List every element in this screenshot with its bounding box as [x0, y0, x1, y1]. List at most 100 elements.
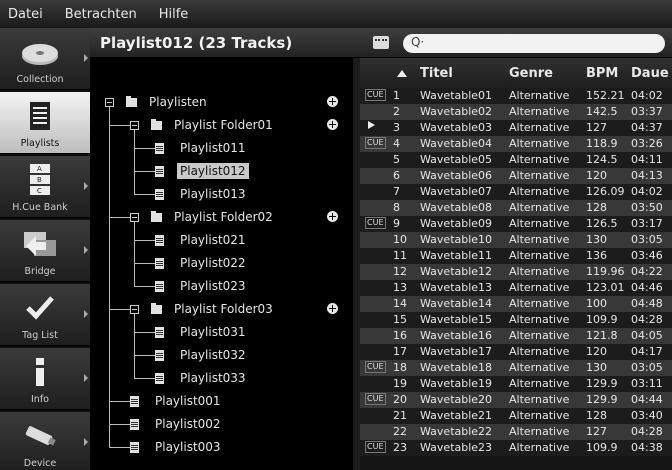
device-icon [20, 420, 60, 452]
table-row[interactable]: 5 Wavetable05 Alternative 124.5 04:11 [360, 152, 672, 168]
table-row[interactable]: CUE 9 Wavetable09 Alternative 126.5 03:17 [360, 216, 672, 232]
table-row[interactable]: 17 Wavetable17 Alternative 120 04:17 [360, 344, 672, 360]
sort-ascending-icon[interactable] [397, 70, 407, 77]
track-number: 22 [393, 425, 407, 438]
table-row[interactable]: 22 Wavetable22 Alternative 127 04:28 [360, 424, 672, 440]
table-row[interactable]: 13 Wavetable13 Alternative 123.01 04:46 [360, 280, 672, 296]
track-genre: Alternative [509, 137, 570, 150]
playlists-icon [20, 100, 60, 132]
cue-badge: CUE [365, 217, 386, 229]
table-row[interactable]: 2 Wavetable02 Alternative 142.5 03:37 [360, 104, 672, 120]
sidebar-item-h-cue-bank[interactable]: A B C H.Cue Bank [0, 156, 90, 218]
add-playlist-icon[interactable] [327, 96, 338, 107]
track-bpm: 120 [586, 345, 607, 358]
cue-badge: CUE [365, 137, 386, 149]
track-duration: 03:26 [631, 137, 663, 150]
menu-datei[interactable]: Datei [0, 7, 43, 22]
search-input[interactable]: Q· [403, 34, 665, 53]
expand-arrow-icon[interactable] [84, 310, 88, 318]
table-row[interactable]: CUE 1 Wavetable01 Alternative 152.21 04:02 [360, 88, 672, 104]
tree-playlist-item[interactable]: Playlist002 [130, 414, 221, 434]
expand-arrow-icon[interactable] [84, 246, 88, 254]
folder-icon [126, 95, 137, 107]
tree-playlist-item[interactable]: Playlist012 [155, 161, 249, 181]
table-header: Titel Genre BPM Daue [360, 58, 672, 88]
folder-icon [151, 302, 162, 314]
collapse-icon[interactable] [130, 304, 139, 314]
table-row[interactable]: CUE 23 Wavetable23 Alternative 109.9 04:38 [360, 440, 672, 456]
menu-hilfe[interactable]: Hilfe [151, 7, 189, 22]
collapse-icon[interactable] [130, 120, 139, 130]
tree-playlist-item[interactable]: Playlist001 [130, 391, 221, 411]
tree-playlist-item[interactable]: Playlist032 [155, 345, 246, 365]
table-row[interactable]: 8 Wavetable08 Alternative 128 03:50 [360, 200, 672, 216]
sidebar-item-bridge[interactable]: Bridge [0, 220, 90, 282]
table-row[interactable]: CUE 20 Wavetable20 Alternative 129.9 04:44 [360, 392, 672, 408]
table-row[interactable]: 3 Wavetable03 Alternative 127 04:37 [360, 120, 672, 136]
track-title: Wavetable20 [420, 393, 493, 406]
tree-folder-item[interactable]: Playlist Folder03 [130, 299, 273, 319]
column-title[interactable]: Titel [420, 66, 453, 81]
table-row[interactable]: 19 Wavetable19 Alternative 129.9 03:11 [360, 376, 672, 392]
tree-playlist-item[interactable]: Playlist021 [155, 230, 246, 250]
tree-folder-item[interactable]: Playlist Folder01 [130, 115, 273, 135]
expand-arrow-icon[interactable] [84, 182, 88, 190]
collapse-icon[interactable] [105, 97, 114, 107]
table-row[interactable]: CUE 18 Wavetable18 Alternative 130 03:05 [360, 360, 672, 376]
track-title: Wavetable09 [420, 217, 493, 230]
table-row[interactable]: 14 Wavetable14 Alternative 100 04:48 [360, 296, 672, 312]
tree-root-item[interactable]: Playlisten [105, 92, 207, 112]
table-row[interactable]: 7 Wavetable07 Alternative 126.09 04:02 [360, 184, 672, 200]
expand-arrow-icon[interactable] [84, 54, 88, 62]
track-bpm: 100 [586, 297, 607, 310]
track-genre: Alternative [509, 265, 570, 278]
sidebar-item-collection[interactable]: Collection [0, 28, 90, 90]
sidebar-item-label: Collection [16, 74, 64, 85]
column-duration[interactable]: Daue [631, 66, 669, 81]
tree-scrollbar[interactable] [353, 58, 360, 470]
tree-playlist-item[interactable]: Playlist003 [130, 437, 221, 457]
add-playlist-icon[interactable] [327, 119, 338, 130]
track-bpm: 128 [586, 409, 607, 422]
table-row[interactable]: 12 Wavetable12 Alternative 119.96 04:22 [360, 264, 672, 280]
tree-playlist-item[interactable]: Playlist031 [155, 322, 246, 342]
sidebar-item-playlists[interactable]: Playlists [0, 92, 90, 154]
sidebar-item-tag-list[interactable]: Tag List [0, 284, 90, 346]
column-genre[interactable]: Genre [509, 66, 553, 81]
track-number: 6 [393, 169, 400, 182]
tree-playlist-item[interactable]: Playlist023 [155, 276, 246, 296]
table-row[interactable]: 21 Wavetable21 Alternative 128 03:40 [360, 408, 672, 424]
tree-playlist-item[interactable]: Playlist011 [155, 138, 246, 158]
sidebar-item-device[interactable]: Device [0, 412, 90, 470]
table-row[interactable]: 16 Wavetable16 Alternative 121.8 04:05 [360, 328, 672, 344]
track-duration: 04:37 [631, 121, 663, 134]
menu-betrachten[interactable]: Betrachten [57, 7, 137, 22]
track-duration: 04:11 [631, 153, 663, 166]
track-title: Wavetable08 [420, 201, 493, 214]
track-number: 4 [393, 137, 400, 150]
tree-playlist-item[interactable]: Playlist033 [155, 368, 246, 388]
add-playlist-icon[interactable] [327, 211, 338, 222]
tree-folder-item[interactable]: Playlist Folder02 [130, 207, 273, 227]
tree-playlist-item[interactable]: Playlist022 [155, 253, 246, 273]
sidebar-item-info[interactable]: Info [0, 348, 90, 410]
playlist-icon [130, 395, 139, 407]
add-playlist-icon[interactable] [327, 303, 338, 314]
table-row[interactable]: 11 Wavetable11 Alternative 136 03:46 [360, 248, 672, 264]
track-title: Wavetable01 [420, 89, 493, 102]
track-number: 3 [393, 121, 400, 134]
page-title: Playlist012 (23 Tracks) [100, 34, 293, 52]
keyboard-icon[interactable] [373, 36, 389, 49]
expand-arrow-icon[interactable] [84, 438, 88, 446]
tree-item-label: Playlist013 [180, 187, 246, 201]
track-genre: Alternative [509, 297, 570, 310]
table-row[interactable]: 6 Wavetable06 Alternative 120 04:13 [360, 168, 672, 184]
track-duration: 04:02 [631, 185, 663, 198]
table-row[interactable]: 15 Wavetable15 Alternative 109.9 04:28 [360, 312, 672, 328]
collapse-icon[interactable] [130, 212, 139, 222]
expand-arrow-icon[interactable] [84, 374, 88, 382]
tree-playlist-item[interactable]: Playlist013 [155, 184, 246, 204]
table-row[interactable]: CUE 4 Wavetable04 Alternative 118.9 03:26 [360, 136, 672, 152]
table-row[interactable]: 10 Wavetable10 Alternative 130 03:05 [360, 232, 672, 248]
column-bpm[interactable]: BPM [586, 66, 618, 81]
